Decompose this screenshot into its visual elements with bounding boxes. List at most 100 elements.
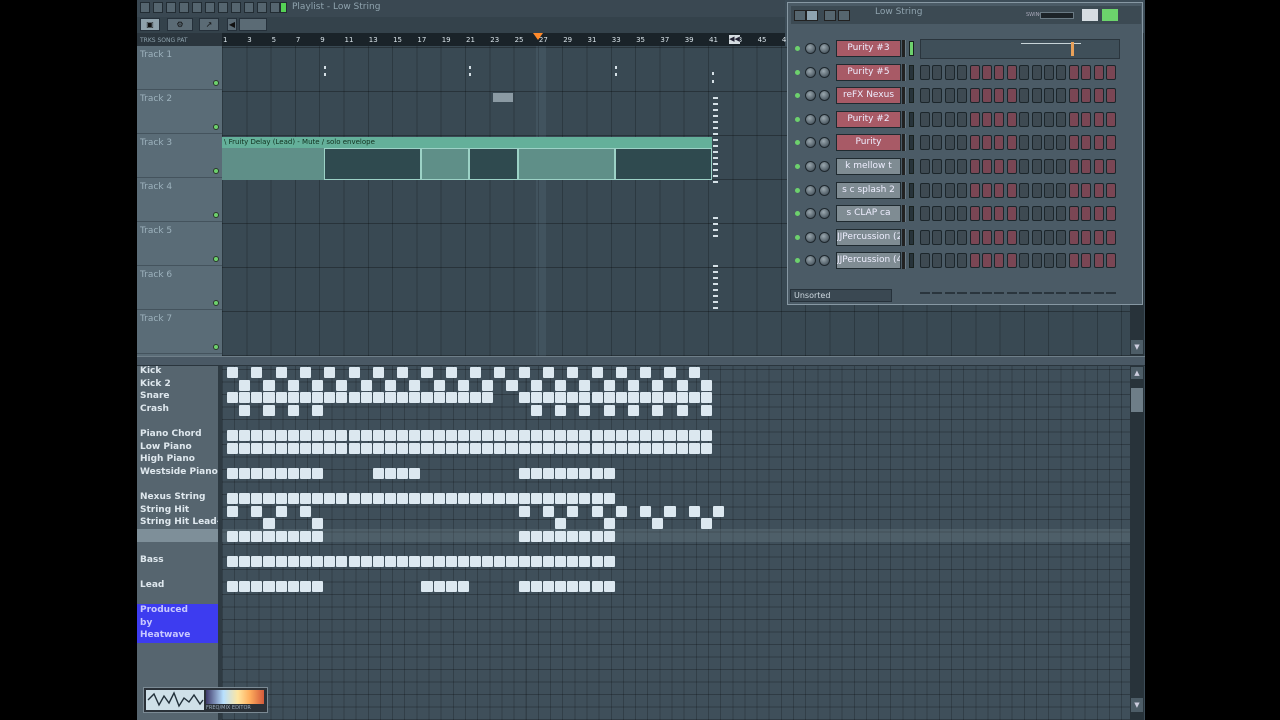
- piano-roll-note[interactable]: [494, 556, 506, 567]
- piano-roll-note[interactable]: [421, 442, 433, 454]
- piano-roll-note[interactable]: [324, 430, 336, 441]
- volume-knob[interactable]: [819, 231, 830, 243]
- piano-roll-note[interactable]: [409, 442, 421, 454]
- step-button[interactable]: [1068, 64, 1079, 80]
- piano-roll-note[interactable]: [227, 493, 239, 504]
- scroll-left-icon[interactable]: ◀: [227, 18, 237, 31]
- step-button[interactable]: [1031, 253, 1042, 269]
- piano-roll-note[interactable]: [287, 556, 299, 567]
- step-button[interactable]: [1044, 253, 1054, 269]
- step-button[interactable]: [1019, 111, 1030, 127]
- note-label[interactable]: Bass: [140, 555, 164, 565]
- piano-roll-note[interactable]: [397, 367, 409, 378]
- piano-roll-note[interactable]: [312, 493, 324, 504]
- piano-roll-note[interactable]: [591, 556, 603, 567]
- piano-roll-note[interactable]: [579, 442, 591, 454]
- step-button[interactable]: [957, 64, 968, 80]
- piano-roll-note[interactable]: [579, 379, 591, 391]
- piano-roll-note[interactable]: [445, 392, 457, 404]
- piano-roll-note[interactable]: [397, 442, 409, 454]
- piano-roll-note[interactable]: [312, 392, 324, 404]
- piano-roll-note[interactable]: [251, 442, 263, 454]
- piano-roll-note[interactable]: [676, 392, 688, 404]
- step-button[interactable]: [1081, 111, 1092, 127]
- piano-roll-note[interactable]: [470, 367, 482, 378]
- piano-roll-note[interactable]: [457, 392, 469, 404]
- step-button[interactable]: [1081, 88, 1092, 104]
- step-button[interactable]: [982, 64, 992, 80]
- step-button[interactable]: [1106, 159, 1116, 174]
- magnet-icon[interactable]: [166, 2, 176, 13]
- step-button[interactable]: [994, 135, 1005, 151]
- piano-roll-note[interactable]: [421, 430, 433, 441]
- piano-roll-note[interactable]: [494, 430, 506, 441]
- step-button[interactable]: [1106, 229, 1116, 245]
- piano-roll-note[interactable]: [227, 367, 239, 378]
- piano-roll-note[interactable]: [494, 367, 506, 378]
- step-button[interactable]: [1019, 135, 1030, 151]
- scroll-down-icon[interactable]: ▼: [1131, 340, 1143, 354]
- piano-roll-note[interactable]: [652, 392, 664, 404]
- piano-roll-note[interactable]: [384, 493, 397, 504]
- piano-roll-note[interactable]: [251, 581, 263, 593]
- step-button[interactable]: [932, 159, 943, 174]
- track-enable-led[interactable]: [213, 80, 219, 86]
- piano-roll-note[interactable]: [372, 467, 384, 479]
- piano-roll-note[interactable]: [397, 467, 409, 479]
- channel-enable-led[interactable]: [795, 187, 800, 193]
- step-button[interactable]: [969, 206, 980, 222]
- step-button[interactable]: [1006, 159, 1017, 174]
- piano-roll-note[interactable]: [275, 467, 287, 479]
- step-button[interactable]: [1093, 111, 1104, 127]
- channel-select[interactable]: [909, 159, 914, 174]
- step-button[interactable]: [1019, 182, 1030, 198]
- piano-roll-note[interactable]: [227, 430, 239, 441]
- automation-segment[interactable]: [615, 148, 712, 180]
- piano-roll-note[interactable]: [287, 392, 299, 404]
- step-button[interactable]: [1006, 229, 1017, 245]
- piano-roll-note[interactable]: [433, 392, 445, 404]
- step-button[interactable]: [1081, 159, 1092, 174]
- piano-roll-note[interactable]: [627, 442, 640, 454]
- piano-roll-note[interactable]: [627, 430, 640, 441]
- note-label[interactable]: Low Piano: [140, 442, 192, 452]
- step-button[interactable]: [1006, 111, 1017, 127]
- step-button[interactable]: [1006, 253, 1017, 269]
- step-button[interactable]: [969, 64, 980, 80]
- pan-knob[interactable]: [805, 255, 816, 267]
- piano-roll-note[interactable]: [227, 505, 239, 517]
- piano-roll-note[interactable]: [275, 505, 287, 517]
- piano-roll-note[interactable]: [227, 530, 239, 542]
- piano-roll-note[interactable]: [688, 442, 700, 454]
- piano-roll-note[interactable]: [445, 367, 457, 378]
- track-enable-led[interactable]: [213, 256, 219, 262]
- piano-roll-note[interactable]: [263, 404, 275, 416]
- volume-knob[interactable]: [819, 113, 830, 125]
- piano-roll-note[interactable]: [336, 430, 348, 441]
- piano-roll-note[interactable]: [421, 392, 433, 404]
- piano-roll-note[interactable]: [263, 379, 275, 391]
- piano-roll-note[interactable]: [324, 392, 336, 404]
- piano-roll-note[interactable]: [676, 430, 688, 441]
- piano-roll-note[interactable]: [664, 505, 676, 517]
- swing-slider[interactable]: [1040, 12, 1074, 19]
- piano-roll-note[interactable]: [530, 581, 542, 593]
- delete-tool-icon[interactable]: [205, 2, 215, 13]
- piano-roll-note[interactable]: [555, 581, 567, 593]
- step-button[interactable]: [1031, 229, 1042, 245]
- automation-segment[interactable]: [518, 148, 615, 180]
- channel-group-select[interactable]: Unsorted: [790, 289, 892, 302]
- step-button[interactable]: [1006, 206, 1017, 222]
- step-button[interactable]: [969, 88, 980, 104]
- piano-roll-note[interactable]: [457, 581, 469, 593]
- piano-roll-note[interactable]: [482, 379, 494, 391]
- piano-roll-note[interactable]: [251, 493, 263, 504]
- pattern-mode-button[interactable]: ▣: [140, 18, 160, 31]
- piano-roll-note[interactable]: [445, 556, 457, 567]
- piano-roll-note[interactable]: [348, 442, 360, 454]
- step-button[interactable]: [982, 229, 992, 245]
- step-button[interactable]: [994, 206, 1005, 222]
- step-button[interactable]: [944, 111, 955, 127]
- piano-roll-note[interactable]: [263, 581, 275, 593]
- step-button[interactable]: [1019, 88, 1030, 104]
